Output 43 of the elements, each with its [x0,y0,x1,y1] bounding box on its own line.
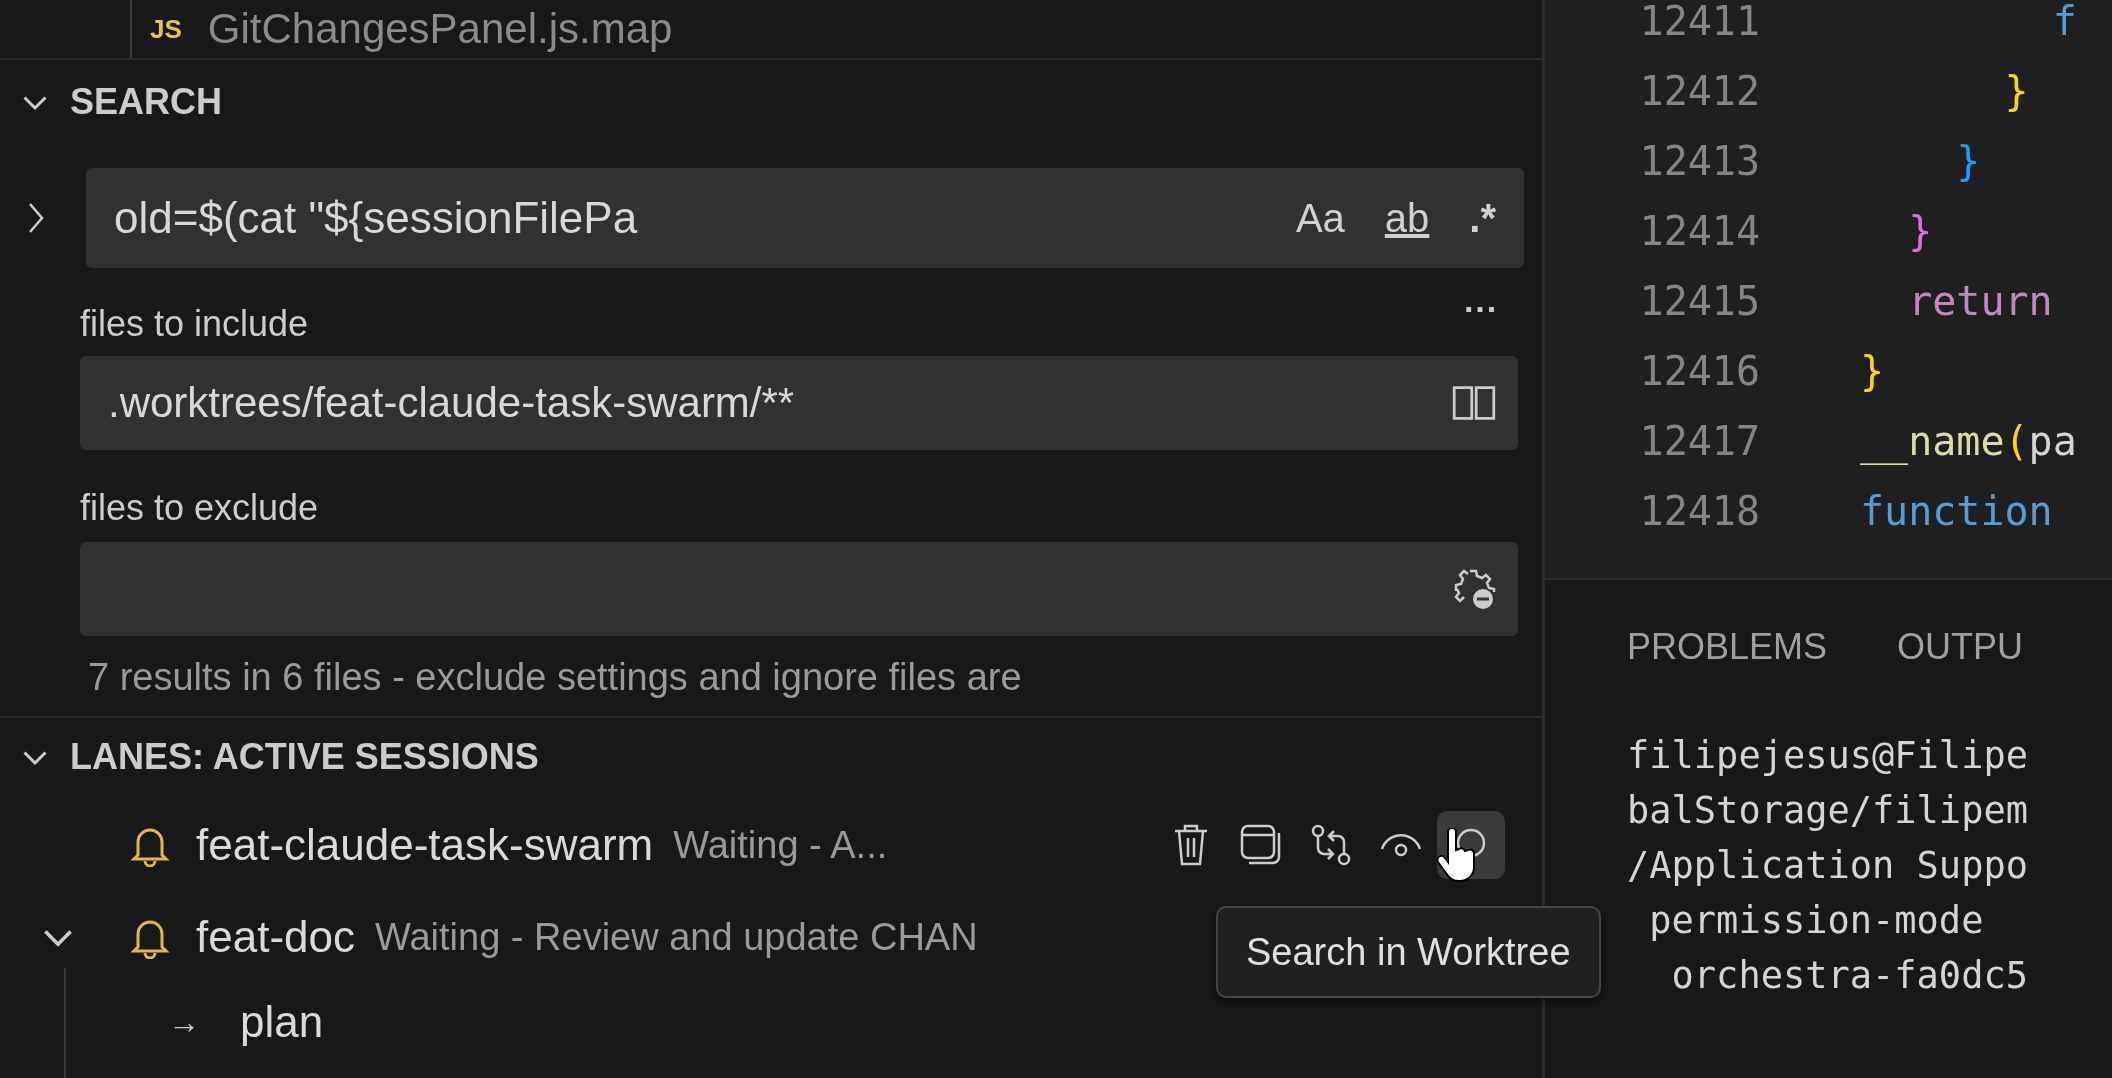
line-number: 12416 [1638,348,1760,394]
code-line: f [2051,0,2077,44]
windows-icon[interactable] [1239,823,1283,867]
code-line: } [1907,208,1933,254]
search-option-toggle[interactable]: ab [1378,191,1436,245]
code-line: function [1860,488,2053,534]
line-number: 12411 [1638,0,1760,44]
code-line: } [1860,348,1885,394]
tooltip: Search in Worktree [1216,906,1601,998]
line-number: 12412 [1638,68,1760,114]
terminal-line: filipejesus@Filipe [1627,734,2028,779]
code-line: } [1955,138,1981,184]
search-section-header[interactable]: SEARCH [0,60,222,144]
panel-tab[interactable]: OUTPU [1897,626,2024,674]
line-number: 12418 [1638,488,1760,534]
pointer-cursor-icon [1436,828,1476,884]
terminal-line: orchestra-fa0dc5 [1670,954,2028,999]
line-number: 12417 [1638,418,1760,464]
line-number: 12414 [1638,208,1760,254]
search-option-toggle[interactable]: Aa [1289,191,1351,245]
panel-tab[interactable]: PROBLEMS [1627,626,1828,674]
code-line: } [2003,68,2029,114]
exclude-field[interactable] [80,542,1518,636]
session-child-item[interactable]: → plan [0,980,324,1064]
line-number: 12413 [1638,138,1760,184]
terminal-line: /Application Suppo [1627,844,2028,889]
more-options-button[interactable]: ··· [1464,289,1498,329]
exclude-label: files to exclude [80,487,319,529]
results-summary: 7 results in 6 files - exclude settings and ignore files are [88,656,1023,699]
git-compare-icon[interactable] [1309,823,1353,867]
code-line: __name(pa [1860,418,2077,464]
include-field[interactable]: .worktrees/feat-claude-task-swarm/** [80,356,1518,450]
code-line: return [1907,278,2053,324]
include-label: files to include [80,303,309,345]
file-name[interactable]: GitChangesPanel.js.map [207,5,673,53]
lanes-section-header[interactable]: LANES: ACTIVE SESSIONS [0,718,539,796]
search-option-toggle[interactable]: .* [1463,191,1502,245]
terminal-line: balStorage/filipem [1627,789,2028,834]
js-file-icon: JS [150,13,182,45]
search-field[interactable]: old=$(cat "${sessionFilePa Aa ab .* [86,168,1524,268]
line-number: 12415 [1638,278,1760,324]
terminal-line: permission-mode [1648,899,1984,944]
gear-minus-icon [1452,567,1496,611]
